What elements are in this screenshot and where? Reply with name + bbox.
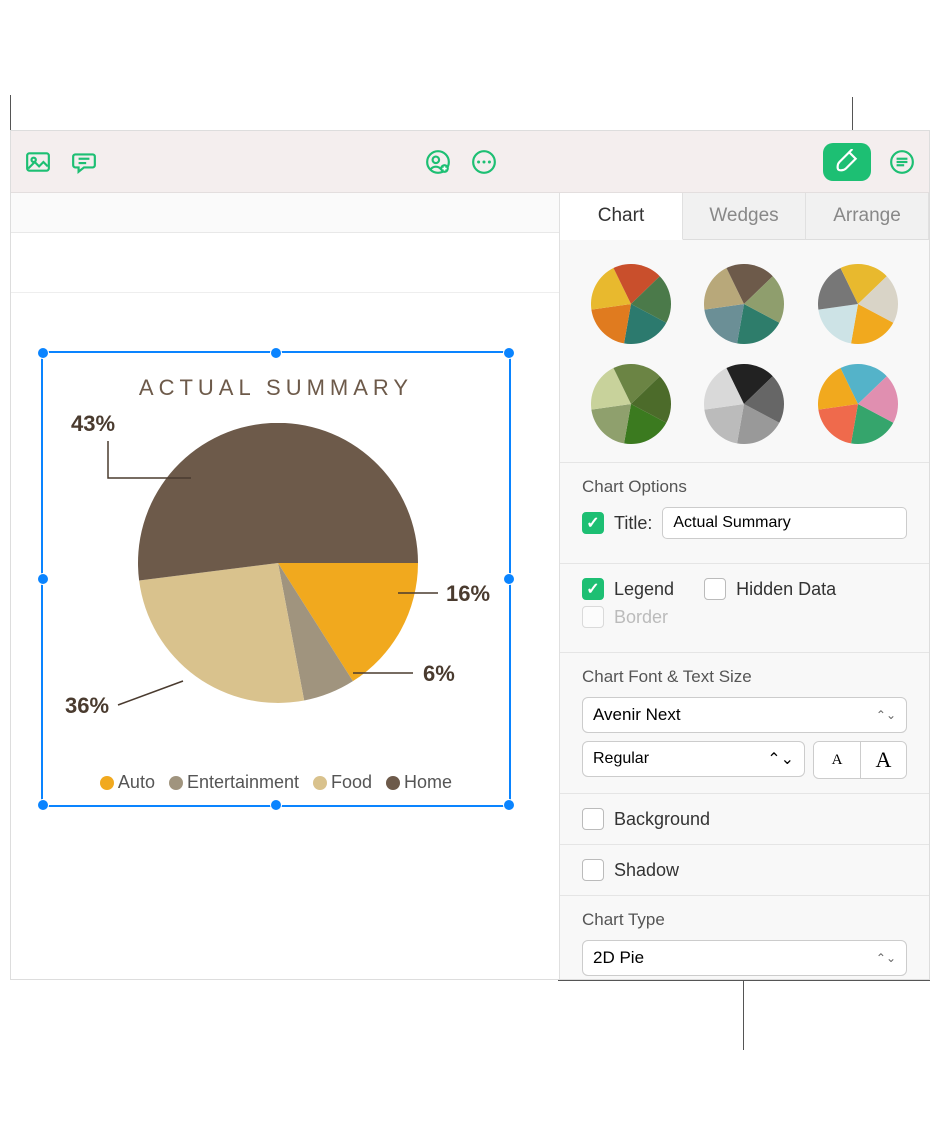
pie-slice-food[interactable] (139, 563, 304, 703)
legend-label: Home (404, 772, 452, 792)
photo-icon (25, 149, 51, 175)
comment-button[interactable] (69, 147, 99, 177)
app-window: ACTUAL SUMMARY 43% (10, 130, 930, 980)
legend-item[interactable]: Food (313, 772, 372, 793)
legend-section: Legend Hidden Data Border (560, 563, 929, 652)
sidebar-tabs: Chart Wedges Arrange (560, 193, 929, 240)
data-label-home[interactable]: 43% (71, 411, 115, 437)
text-size-stepper: A A (813, 741, 907, 779)
chart-type-section: Chart Type 2D Pie ⌃⌄ (560, 895, 929, 979)
toolbar (11, 131, 929, 193)
font-section: Chart Font & Text Size Avenir Next ⌃⌄ Re… (560, 652, 929, 793)
title-input[interactable] (662, 507, 907, 539)
collaborate-button[interactable] (423, 147, 453, 177)
chart-type-heading: Chart Type (582, 910, 907, 930)
font-style-value: Regular (593, 750, 649, 768)
font-family-value: Avenir Next (593, 705, 681, 725)
font-section-heading: Chart Font & Text Size (582, 667, 907, 687)
font-family-select[interactable]: Avenir Next ⌃⌄ (582, 697, 907, 733)
legend-item[interactable]: Auto (100, 772, 155, 793)
canvas-top-area (11, 233, 559, 293)
chart-legend[interactable]: Auto Entertainment Food Home (43, 772, 509, 793)
resize-handle[interactable] (37, 347, 49, 359)
resize-handle[interactable] (270, 799, 282, 811)
shadow-label: Shadow (614, 860, 679, 881)
format-button[interactable] (823, 143, 871, 181)
title-checkbox[interactable] (582, 512, 604, 534)
data-label-food[interactable]: 36% (65, 693, 109, 719)
legend-swatch (386, 776, 400, 790)
chart-style-2[interactable] (704, 264, 784, 344)
callout-line (743, 980, 744, 1050)
more-button[interactable] (469, 147, 499, 177)
chart-style-1[interactable] (591, 264, 671, 344)
chart-type-value: 2D Pie (593, 948, 644, 968)
resize-handle[interactable] (503, 799, 515, 811)
tab-wedges[interactable]: Wedges (683, 193, 806, 240)
chart-style-3[interactable] (818, 264, 898, 344)
callout-line (558, 980, 930, 981)
legend-checkbox[interactable] (582, 578, 604, 600)
chart-style-4[interactable] (591, 364, 671, 444)
legend-item[interactable]: Home (386, 772, 452, 793)
chart-options-section: Chart Options Title: (560, 462, 929, 563)
data-label-entertainment[interactable]: 6% (423, 661, 455, 687)
legend-label: Auto (118, 772, 155, 792)
shadow-section: Shadow (560, 844, 929, 895)
organize-button[interactable] (887, 147, 917, 177)
pie-slice-home[interactable] (138, 423, 418, 581)
canvas[interactable]: ACTUAL SUMMARY 43% (11, 193, 559, 979)
text-size-increase[interactable]: A (860, 742, 906, 778)
chart-options-heading: Chart Options (582, 477, 907, 497)
hidden-data-checkbox[interactable] (704, 578, 726, 600)
chart-title[interactable]: ACTUAL SUMMARY (43, 375, 509, 401)
legend-swatch (169, 776, 183, 790)
chevron-updown-icon: ⌃⌄ (876, 951, 896, 965)
content-area: ACTUAL SUMMARY 43% (11, 193, 929, 979)
legend-label: Legend (614, 579, 674, 600)
resize-handle[interactable] (37, 573, 49, 585)
chart-type-select[interactable]: 2D Pie ⌃⌄ (582, 940, 907, 976)
background-section: Background (560, 793, 929, 844)
chart-panel: Chart Options Title: Legend (560, 240, 929, 979)
text-size-decrease[interactable]: A (814, 742, 860, 778)
chevron-updown-icon: ⌃⌄ (876, 708, 896, 722)
legend-swatch (100, 776, 114, 790)
chart-style-6[interactable] (818, 364, 898, 444)
hidden-data-label: Hidden Data (736, 579, 836, 600)
pie-chart[interactable] (138, 423, 418, 703)
chart-style-grid (560, 252, 929, 462)
person-add-icon (425, 149, 451, 175)
resize-handle[interactable] (503, 573, 515, 585)
media-button[interactable] (23, 147, 53, 177)
legend-item[interactable]: Entertainment (169, 772, 299, 793)
resize-handle[interactable] (37, 799, 49, 811)
chart-selection[interactable]: ACTUAL SUMMARY 43% (41, 351, 511, 807)
border-checkbox (582, 606, 604, 628)
data-label-auto[interactable]: 16% (446, 581, 490, 607)
background-label: Background (614, 809, 710, 830)
format-sidebar: Chart Wedges Arrange Chart Options (559, 193, 929, 979)
tab-chart[interactable]: Chart (560, 193, 683, 240)
paintbrush-icon (834, 149, 860, 175)
title-label: Title: (614, 513, 652, 534)
legend-label: Entertainment (187, 772, 299, 792)
resize-handle[interactable] (270, 347, 282, 359)
legend-swatch (313, 776, 327, 790)
comment-icon (71, 149, 97, 175)
more-icon (471, 149, 497, 175)
legend-label: Food (331, 772, 372, 792)
shadow-checkbox[interactable] (582, 859, 604, 881)
background-checkbox[interactable] (582, 808, 604, 830)
resize-handle[interactable] (503, 347, 515, 359)
border-label: Border (614, 607, 668, 628)
font-style-select[interactable]: Regular ⌃⌄ (582, 741, 805, 777)
organize-icon (889, 149, 915, 175)
tab-arrange[interactable]: Arrange (806, 193, 929, 240)
chevron-updown-icon: ⌃⌄ (767, 749, 794, 769)
canvas-ruler-strip (11, 193, 559, 233)
chart-style-5[interactable] (704, 364, 784, 444)
